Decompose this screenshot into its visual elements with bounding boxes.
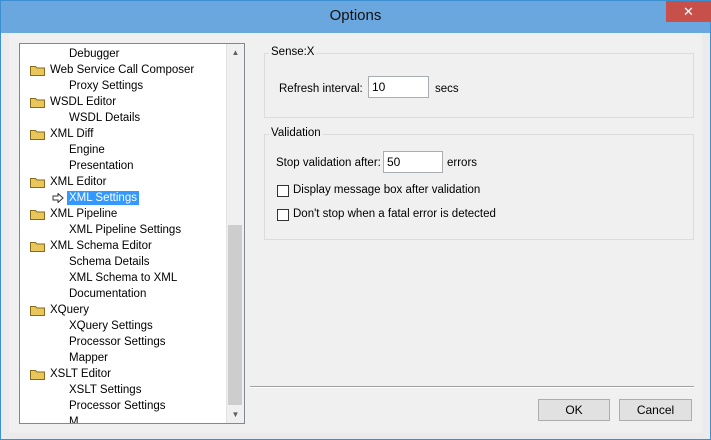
tree-item-label: Presentation <box>69 160 134 172</box>
tree-subnode[interactable]: XML Settings <box>20 190 228 206</box>
folder-icon <box>30 66 45 76</box>
tree-item-label: XML Schema to XML <box>69 272 178 284</box>
options-window: Options ✕ Debugger Web Service Call Compo… <box>0 0 711 440</box>
folder-icon <box>30 178 45 188</box>
tree-subnode[interactable]: XML Schema to XML <box>20 270 228 286</box>
fatal-error-label[interactable]: Don't stop when a fatal error is detecte… <box>293 208 496 220</box>
tree-subnode[interactable]: XQuery Settings <box>20 318 228 334</box>
tree-subnode[interactable]: Processor Settings <box>20 398 228 414</box>
ok-button[interactable]: OK <box>538 399 610 421</box>
tree-item-label: M <box>69 416 79 424</box>
validation-group: Validation Stop validation after: 50 err… <box>264 127 694 240</box>
refresh-interval-label: Refresh interval: <box>279 83 363 95</box>
tree-item-label: Documentation <box>69 288 147 300</box>
tree-subnode[interactable]: M <box>20 414 228 424</box>
tree-item-label: XSLT Editor <box>50 368 111 380</box>
scroll-down-icon[interactable]: ▼ <box>227 406 244 423</box>
tree-subnode[interactable]: Debugger <box>20 46 228 62</box>
tree-subnode[interactable]: Engine <box>20 142 228 158</box>
msgbox-checkbox[interactable] <box>277 185 289 197</box>
options-tree[interactable]: Debugger Web Service Call Composer Proxy S… <box>19 43 245 424</box>
tree-subnode[interactable]: Presentation <box>20 158 228 174</box>
title-bar[interactable]: Options ✕ <box>1 1 711 33</box>
tree-node[interactable]: XML Schema Editor <box>20 238 228 254</box>
fatal-error-checkbox[interactable] <box>277 209 289 221</box>
tree-subnode[interactable]: XSLT Settings <box>20 382 228 398</box>
msgbox-label[interactable]: Display message box after validation <box>293 184 480 196</box>
folder-icon <box>30 210 45 220</box>
tree-node[interactable]: WSDL Editor <box>20 94 228 110</box>
window-title: Options <box>329 7 382 24</box>
tree-item-label: WSDL Details <box>69 112 141 124</box>
tree-node[interactable]: Web Service Call Composer <box>20 62 228 78</box>
tree-subnode[interactable]: Documentation <box>20 286 228 302</box>
tree-item-label: Proxy Settings <box>69 80 144 92</box>
tree-item-label: XML Pipeline <box>50 208 118 220</box>
tree-item-label: Engine <box>69 144 105 156</box>
cancel-button[interactable]: Cancel <box>619 399 692 421</box>
tree-item-label: Debugger <box>69 48 120 60</box>
tree-node[interactable]: XQuery <box>20 302 228 318</box>
tree-item-label: Mapper <box>69 352 108 364</box>
stop-validation-input[interactable]: 50 <box>383 151 443 173</box>
tree-item-label: XSLT Settings <box>69 384 142 396</box>
tree-item-label: XML Schema Editor <box>50 240 152 252</box>
tree-subnode[interactable]: Schema Details <box>20 254 228 270</box>
tree-item-label: Schema Details <box>69 256 150 268</box>
footer-separator <box>250 386 694 388</box>
tree-node[interactable]: XML Pipeline <box>20 206 228 222</box>
folder-icon <box>30 242 45 252</box>
tree-item-label: WSDL Editor <box>50 96 117 108</box>
tree-subnode[interactable]: Processor Settings <box>20 334 228 350</box>
scroll-up-icon[interactable]: ▲ <box>227 44 244 61</box>
sensex-group-title: Sense:X <box>269 46 317 58</box>
tree-item-label: XML Settings <box>67 191 139 205</box>
close-icon: ✕ <box>683 4 694 19</box>
validation-group-title: Validation <box>269 127 323 139</box>
tree-subnode[interactable]: Mapper <box>20 350 228 366</box>
refresh-interval-input[interactable]: 10 <box>368 76 429 98</box>
tree-item-label: XQuery <box>50 304 89 316</box>
scroll-thumb[interactable] <box>228 225 242 405</box>
tree-item-label: XML Editor <box>50 176 107 188</box>
sensex-group: Sense:X Refresh interval: 10 secs <box>264 46 694 118</box>
close-button[interactable]: ✕ <box>666 1 711 22</box>
tree-item-label: XML Diff <box>50 128 94 140</box>
folder-icon <box>30 130 45 140</box>
folder-icon <box>30 306 45 316</box>
tree-subnode[interactable]: XML Pipeline Settings <box>20 222 228 238</box>
tree-subnode[interactable]: WSDL Details <box>20 110 228 126</box>
tree-item-label: Processor Settings <box>69 336 166 348</box>
tree-subnode[interactable]: Proxy Settings <box>20 78 228 94</box>
stop-unit-label: errors <box>447 157 478 169</box>
tree-item-label: Processor Settings <box>69 400 166 412</box>
stop-validation-label: Stop validation after: <box>276 157 381 169</box>
tree-scrollbar[interactable]: ▲ ▼ <box>226 44 244 423</box>
tree-item-label: Web Service Call Composer <box>50 64 195 76</box>
tree-rows: Debugger Web Service Call Composer Proxy S… <box>20 46 228 424</box>
dialog-body: Debugger Web Service Call Composer Proxy S… <box>9 33 702 433</box>
folder-icon <box>30 98 45 108</box>
selected-arrow-icon <box>52 193 64 203</box>
tree-item-label: XML Pipeline Settings <box>69 224 182 236</box>
tree-node[interactable]: XML Diff <box>20 126 228 142</box>
refresh-unit-label: secs <box>435 83 459 95</box>
tree-node[interactable]: XSLT Editor <box>20 366 228 382</box>
folder-icon <box>30 370 45 380</box>
tree-item-label: XQuery Settings <box>69 320 153 332</box>
tree-node[interactable]: XML Editor <box>20 174 228 190</box>
